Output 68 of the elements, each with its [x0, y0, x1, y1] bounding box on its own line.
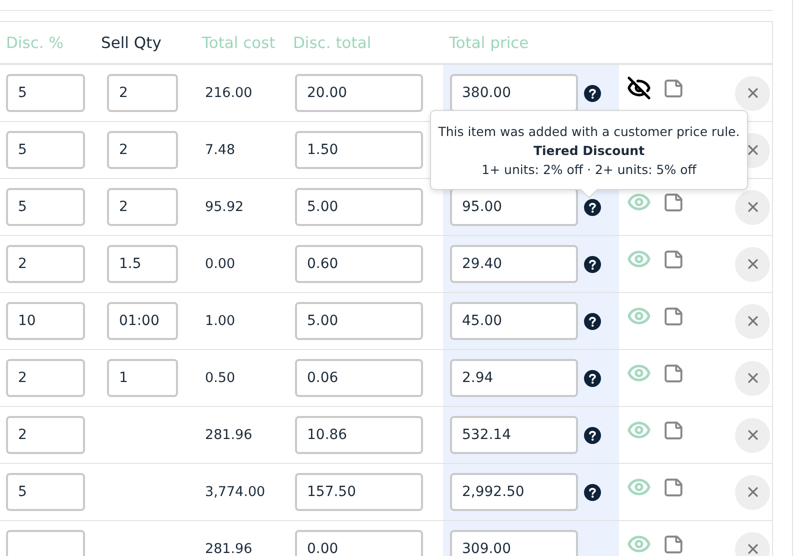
remove-button[interactable] [735, 190, 770, 224]
discount-total-field[interactable]: 0.06 [295, 359, 423, 397]
remove-button[interactable] [735, 76, 770, 110]
sell-quantity-field[interactable]: 2 [107, 74, 178, 112]
help-icon[interactable] [584, 84, 601, 102]
help-icon[interactable] [584, 426, 601, 444]
eye-slash-icon[interactable] [627, 76, 651, 100]
discount-percent-field[interactable]: 5 [6, 74, 85, 112]
sell-quantity-field[interactable]: 2 [107, 131, 178, 169]
note-icon[interactable] [663, 420, 684, 440]
help-icon[interactable] [584, 484, 601, 500]
total-price-field[interactable]: 45.00 [450, 302, 578, 340]
remove-button[interactable] [735, 246, 770, 282]
help-icon[interactable] [584, 256, 601, 272]
total-cost: 7.48 [204, 142, 236, 158]
sell-quantity-field[interactable]: 1 [107, 359, 178, 397]
discount-percent-field[interactable]: 5 [6, 131, 85, 169]
sell-quantity-field[interactable]: 01:00 [107, 302, 178, 340]
total-cost: 0.50 [204, 370, 236, 386]
discount-total-field[interactable]: 157.50 [295, 473, 423, 511]
discount-total-field[interactable]: 10.86 [295, 416, 423, 454]
note-icon[interactable] [663, 306, 684, 326]
tooltip-title: Tiered Discount [533, 142, 645, 158]
remove-button[interactable] [735, 360, 770, 396]
discount-percent-field[interactable]: 5 [6, 473, 85, 511]
note-icon[interactable] [663, 192, 684, 212]
total-cost: 3,774.00 [204, 484, 266, 500]
total-price-field[interactable]: 380.00 [450, 74, 578, 112]
note-icon[interactable] [663, 534, 684, 554]
help-icon[interactable] [584, 312, 601, 330]
note-icon[interactable] [663, 78, 684, 98]
tooltip-detail: 1+ units: 2% off · 2+ units: 5% off [482, 162, 696, 176]
discount-total-field[interactable]: 0.00 [295, 530, 423, 556]
discount-percent-field[interactable]: 5 [6, 188, 85, 226]
total-price-field[interactable]: 2,992.50 [450, 473, 578, 511]
discount-percent-field[interactable]: 2 [6, 416, 85, 454]
total-price-field[interactable]: 532.14 [450, 416, 578, 454]
discount-percent-field[interactable]: 10 [6, 302, 85, 340]
total-cost: 281.96 [204, 541, 252, 556]
remove-button[interactable] [735, 532, 770, 556]
column-header[interactable]: Sell Qty [95, 34, 196, 52]
total-cost: 1.00 [204, 313, 236, 329]
discount-total-field[interactable]: 5.00 [295, 188, 423, 226]
help-icon[interactable] [584, 198, 601, 216]
remove-button[interactable] [735, 474, 770, 510]
total-price-field[interactable]: 309.00 [450, 530, 578, 556]
note-icon[interactable] [663, 362, 684, 384]
total-cost: 281.96 [204, 427, 252, 443]
discount-percent-field[interactable]: 2 [6, 359, 85, 397]
discount-total-field[interactable]: 20.00 [295, 74, 423, 112]
note-icon[interactable] [663, 248, 684, 270]
sell-quantity-field[interactable]: 1.5 [107, 245, 178, 283]
discount-total-field[interactable]: 0.60 [295, 245, 423, 283]
discount-percent-field[interactable]: 2 [6, 245, 85, 283]
remove-button[interactable] [735, 418, 770, 452]
help-icon[interactable] [584, 370, 601, 386]
total-cost: 216.00 [204, 85, 252, 101]
total-price-field[interactable]: 29.40 [450, 245, 578, 283]
tooltip-text: This item was added with a customer price rule. [438, 124, 740, 138]
total-price-field[interactable]: 2.94 [450, 359, 578, 397]
total-cost: 95.92 [204, 199, 244, 215]
remove-button[interactable] [735, 304, 770, 338]
note-icon[interactable] [663, 476, 684, 498]
sell-quantity-field[interactable]: 2 [107, 188, 178, 226]
discount-total-field[interactable]: 1.50 [295, 131, 423, 169]
total-cost: 0.00 [204, 256, 236, 272]
discount-total-field[interactable]: 5.00 [295, 302, 423, 340]
total-price-field[interactable]: 95.00 [450, 188, 578, 226]
